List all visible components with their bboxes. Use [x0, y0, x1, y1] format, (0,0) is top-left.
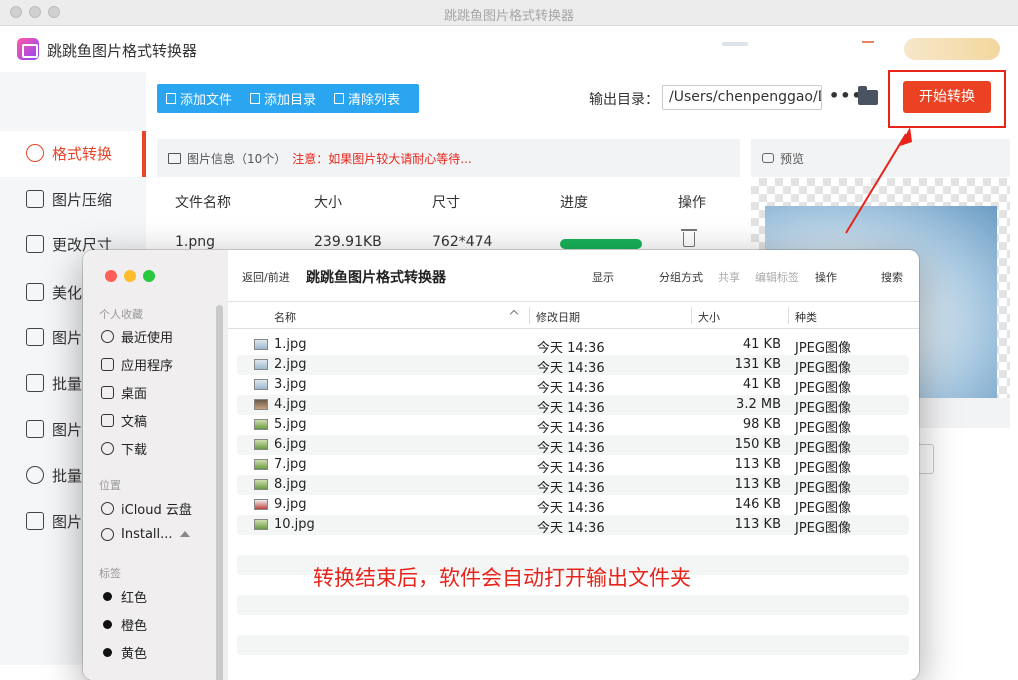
annotation-arrow — [845, 127, 912, 234]
arrow-line — [845, 133, 907, 234]
arrow-head — [900, 127, 912, 146]
